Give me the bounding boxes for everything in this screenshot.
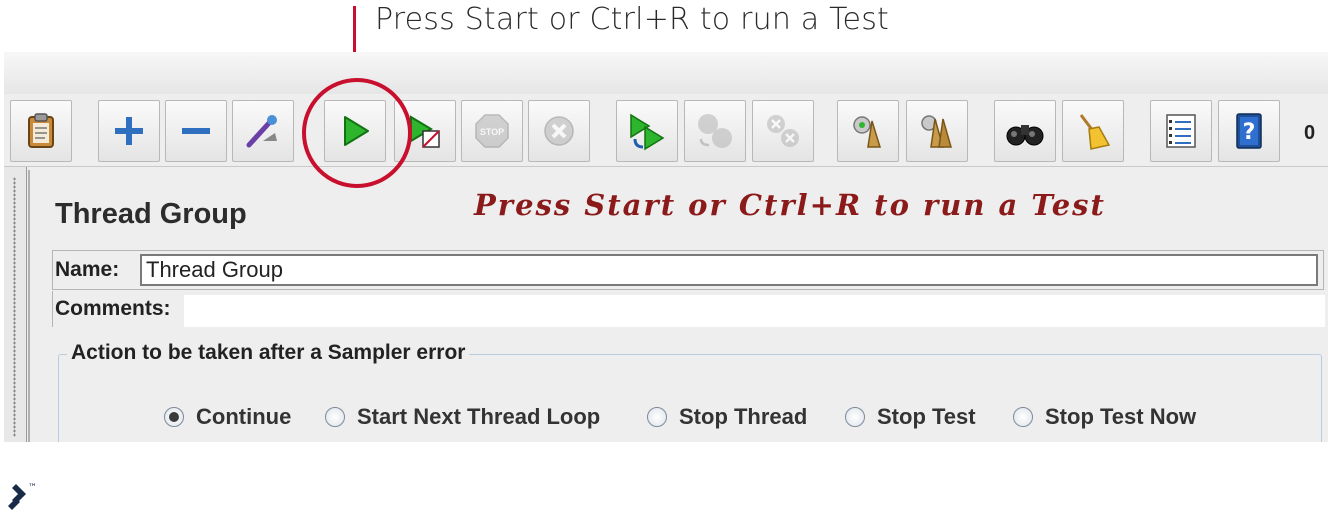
radio-label: Start Next Thread Loop	[357, 404, 601, 429]
reset-search-broom-icon	[1079, 114, 1111, 150]
comments-field[interactable]	[184, 295, 1325, 327]
radio-label: Stop Thread	[679, 404, 808, 429]
radio-label: Continue	[196, 404, 292, 429]
clipboard-icon	[28, 113, 54, 148]
function-helper-button[interactable]	[1150, 100, 1212, 162]
clear-all-button[interactable]	[906, 100, 968, 162]
radio-stop-test[interactable]: Stop Test	[845, 404, 976, 430]
expand-all-button[interactable]	[98, 100, 160, 162]
search-button[interactable]	[994, 100, 1056, 162]
remote-shutdown-all-button[interactable]	[752, 100, 814, 162]
help-button[interactable]: ?	[1218, 100, 1280, 162]
comments-row: Comments:	[52, 291, 1325, 327]
radio-unselected-icon[interactable]	[647, 407, 667, 427]
stop-icon: STOP	[475, 114, 509, 148]
radio-selected-icon[interactable]	[164, 407, 184, 427]
radio-unselected-icon[interactable]	[845, 407, 865, 427]
handwritten-note: Press Start or Ctrl+R to run a Test	[474, 188, 1106, 222]
svg-text:?: ?	[1243, 120, 1256, 145]
sampler-error-legend: Action to be taken after a Sampler error	[67, 341, 470, 365]
remote-shutdown-icon	[767, 115, 799, 147]
jmeter-window: STOP ? 0 Thread Group Press Start or Ctr…	[4, 52, 1328, 442]
collapse-all-button[interactable]	[165, 100, 227, 162]
radio-stop-test-now[interactable]: Stop Test Now	[1013, 404, 1196, 430]
toggle-button[interactable]	[232, 100, 294, 162]
name-label: Name:	[55, 258, 120, 281]
expand-plus-icon	[115, 117, 143, 145]
name-field[interactable]: Thread Group	[140, 254, 1318, 286]
tree-connector-dots	[13, 177, 16, 437]
radio-continue[interactable]: Continue	[164, 404, 291, 430]
help-icon: ?	[1236, 113, 1262, 149]
function-helper-list-icon	[1166, 114, 1196, 148]
clear-button[interactable]	[837, 100, 899, 162]
radio-label: Stop Test Now	[1045, 404, 1197, 429]
radio-unselected-icon[interactable]	[1013, 407, 1033, 427]
remote-start-icon	[630, 113, 665, 151]
radio-stop-thread[interactable]: Stop Thread	[647, 404, 807, 430]
reset-search-button[interactable]	[1062, 100, 1124, 162]
sampler-error-group: Action to be taken after a Sampler error…	[58, 341, 1322, 442]
stop-button[interactable]: STOP	[461, 100, 523, 162]
shutdown-button[interactable]	[528, 100, 590, 162]
page-title: Thread Group	[55, 198, 247, 230]
collapse-minus-icon	[182, 128, 210, 134]
clear-icon	[853, 116, 882, 148]
toolbar: STOP ? 0	[4, 94, 1328, 167]
templates-button[interactable]	[10, 100, 72, 162]
brand-logo-icon: ™	[8, 483, 37, 510]
thread-group-panel: Thread Group Press Start or Ctrl+R to ru…	[28, 170, 1328, 442]
comments-label: Comments:	[55, 297, 171, 320]
title-bar	[4, 52, 1328, 94]
tree-pane[interactable]	[4, 167, 27, 442]
name-row: Name: Thread Group	[52, 250, 1324, 290]
svg-text:STOP: STOP	[480, 127, 504, 137]
radio-unselected-icon[interactable]	[325, 407, 345, 427]
radio-label: Stop Test	[877, 404, 976, 429]
remote-stop-icon	[698, 114, 732, 148]
active-threads-counter: 0	[1304, 122, 1316, 144]
shutdown-icon	[544, 116, 574, 146]
remote-stop-all-button[interactable]	[684, 100, 746, 162]
clear-all-icon	[921, 115, 952, 148]
radio-start-next-thread-loop[interactable]: Start Next Thread Loop	[325, 404, 600, 430]
search-binoculars-icon	[1006, 125, 1044, 146]
trademark-mark: ™	[28, 483, 37, 493]
remote-start-all-button[interactable]	[616, 100, 678, 162]
caption: Press Start or Ctrl+R to run a Test	[375, 2, 889, 37]
toggle-wand-icon	[246, 115, 277, 148]
start-highlight-circle	[302, 78, 412, 188]
